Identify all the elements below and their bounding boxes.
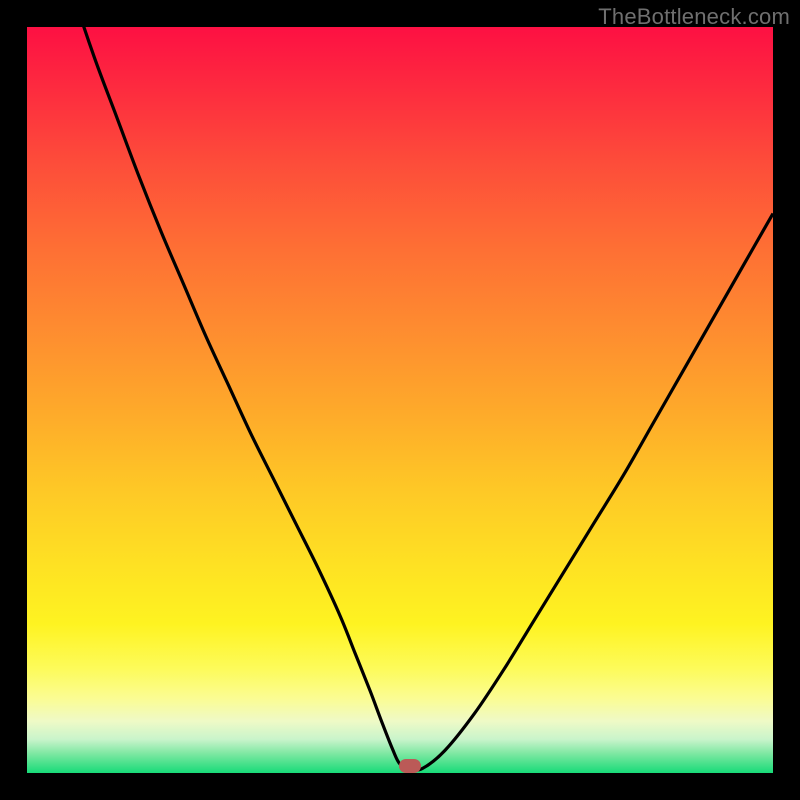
plot-area bbox=[27, 27, 773, 773]
chart-frame: TheBottleneck.com bbox=[0, 0, 800, 800]
watermark-text: TheBottleneck.com bbox=[598, 4, 790, 30]
curve-path bbox=[27, 27, 773, 770]
minimum-marker bbox=[399, 759, 421, 773]
bottleneck-curve bbox=[27, 27, 773, 773]
